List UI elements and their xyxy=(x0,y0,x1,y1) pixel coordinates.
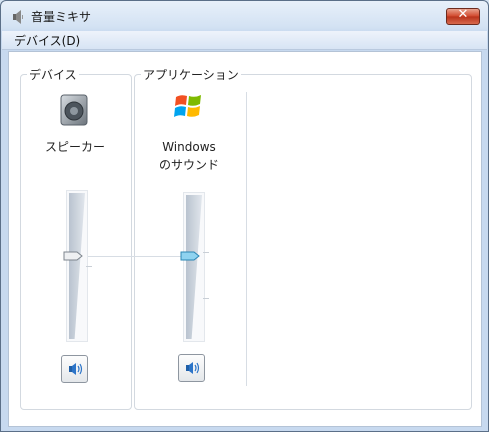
speaker-volume-slider[interactable] xyxy=(63,190,92,342)
close-button[interactable]: ✕ xyxy=(446,7,480,25)
windows-sounds-label-line1: Windows xyxy=(162,140,216,154)
windows-sounds-slider-thumb[interactable] xyxy=(180,251,200,261)
slider-tick xyxy=(86,266,92,267)
menu-device[interactable]: デバイス(D) xyxy=(14,32,80,49)
applications-group-label: アプリケーション xyxy=(141,66,241,83)
windows-sounds-volume-slider[interactable] xyxy=(180,192,209,342)
speaker-slider-thumb[interactable] xyxy=(63,251,83,261)
windows-sounds-mute-button[interactable] xyxy=(178,354,205,382)
speaker-icon xyxy=(60,94,88,126)
slider-tick xyxy=(203,252,209,253)
menu-bar: デバイス(D) xyxy=(2,31,487,50)
title-bar[interactable]: 音量ミキサ ✕ xyxy=(1,1,488,31)
volume-mixer-window: 音量ミキサ ✕ デバイス(D) デバイス アプリケーション スピーカー Wind… xyxy=(0,0,489,432)
speaker-slider-track xyxy=(66,190,88,342)
windows-sounds-mute-icon xyxy=(186,362,200,374)
slider-tick xyxy=(203,298,209,299)
windows-sounds-label-line2: のサウンド xyxy=(158,158,219,172)
window-title: 音量ミキサ xyxy=(31,10,92,24)
windows-sounds-slider-track xyxy=(183,192,205,342)
close-icon: ✕ xyxy=(457,7,469,22)
speaker-label: スピーカー xyxy=(44,140,105,154)
speaker-app-icon xyxy=(13,10,23,24)
device-group-label: デバイス xyxy=(27,66,79,83)
windows-logo-icon xyxy=(174,95,201,117)
volume-link-line xyxy=(86,256,186,257)
speaker-mute-icon xyxy=(69,363,83,375)
app-column-separator xyxy=(246,92,247,386)
speaker-mute-button[interactable] xyxy=(61,355,88,383)
mixer-panel: デバイス アプリケーション スピーカー Windows のサウンド xyxy=(8,51,482,427)
